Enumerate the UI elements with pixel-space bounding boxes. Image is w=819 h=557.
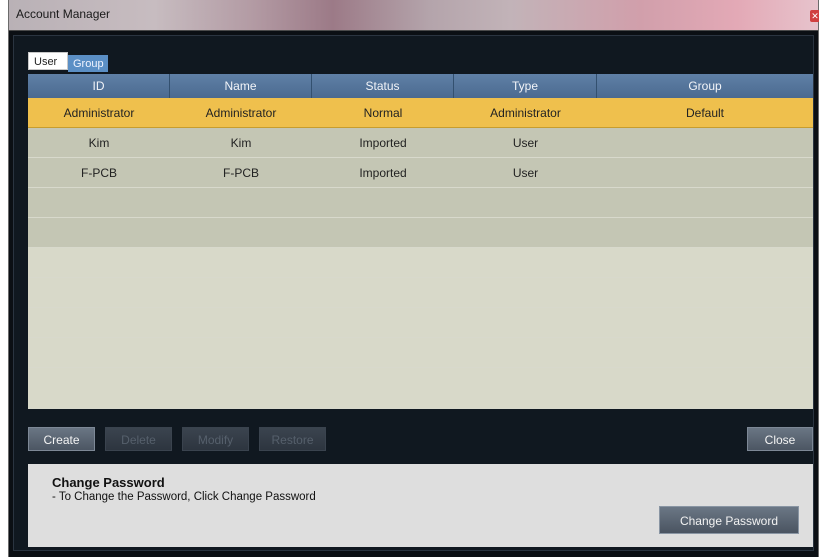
delete-button[interactable]: Delete	[105, 427, 172, 451]
account-manager-window: Account Manager ✕ User Group ID Name Sta…	[8, 0, 819, 557]
empty-row	[28, 278, 813, 308]
column-header-name[interactable]: Name	[170, 74, 312, 98]
empty-row	[28, 308, 813, 338]
window-title: Account Manager	[16, 7, 111, 21]
change-password-title: Change Password	[52, 475, 165, 490]
create-button[interactable]: Create	[28, 427, 95, 451]
cell-type: User	[512, 136, 539, 150]
cell-id: Kim	[88, 136, 110, 150]
cell-id: F-PCB	[81, 166, 117, 180]
empty-row	[28, 338, 813, 368]
modify-button[interactable]: Modify	[182, 427, 249, 451]
cell-name: F-PCB	[223, 166, 259, 180]
empty-row	[28, 248, 813, 278]
cell-type: Administrator	[490, 106, 561, 120]
close-button[interactable]: Close	[747, 427, 813, 451]
change-password-description: - To Change the Password, Click Change P…	[52, 491, 316, 503]
cell-group	[597, 128, 813, 158]
action-bar: Create Delete Modify Restore Close	[28, 427, 813, 453]
table-header: ID Name Status Type Group	[28, 74, 813, 98]
cell-group: Default	[685, 106, 725, 120]
empty-row	[28, 218, 813, 248]
column-header-group[interactable]: Group	[597, 74, 813, 98]
cell-name: Administrator	[205, 106, 277, 120]
accounts-table: ID Name Status Type Group Administrator …	[28, 74, 813, 409]
column-header-type[interactable]: Type	[454, 74, 597, 98]
empty-row	[28, 188, 813, 218]
change-password-panel: Change Password - To Change the Password…	[28, 464, 813, 547]
close-window-icon[interactable]: ✕	[810, 10, 819, 22]
cell-status: Imported	[359, 166, 407, 180]
tab-user[interactable]: User	[28, 52, 68, 70]
cell-type: User	[512, 166, 539, 180]
table-row[interactable]: Kim Kim Imported User	[28, 128, 813, 158]
tab-group[interactable]: Group	[68, 55, 108, 72]
cell-status: Normal	[363, 106, 403, 120]
change-password-button[interactable]: Change Password	[659, 506, 799, 534]
cell-name: Kim	[230, 136, 252, 150]
table-row[interactable]: Administrator Administrator Normal Admin…	[28, 98, 813, 128]
empty-row	[28, 368, 813, 409]
title-bar[interactable]: Account Manager ✕	[9, 0, 819, 31]
cell-status: Imported	[359, 136, 407, 150]
table-row[interactable]: F-PCB F-PCB Imported User	[28, 158, 813, 188]
restore-button[interactable]: Restore	[259, 427, 326, 451]
column-header-status[interactable]: Status	[312, 74, 454, 98]
cell-group	[597, 158, 813, 188]
column-header-id[interactable]: ID	[28, 74, 170, 98]
content-frame: User Group ID Name Status Type Group Adm…	[13, 35, 814, 551]
cell-id: Administrator	[63, 106, 135, 120]
